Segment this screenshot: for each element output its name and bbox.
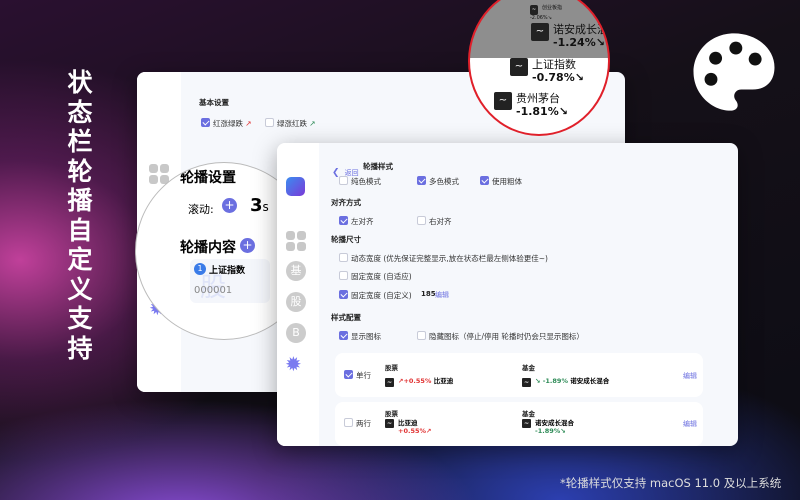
- app-logo: [286, 177, 305, 196]
- mode-multicolor-checkbox[interactable]: 多色模式: [417, 176, 459, 187]
- fund-header: 基金: [522, 410, 535, 418]
- size-dynamic-checkbox[interactable]: 动态宽度 (优先保证完整显示,放在状态栏最左侧体验更佳~): [339, 253, 548, 264]
- two-line-checkbox[interactable]: 两行: [344, 418, 371, 429]
- gear-icon[interactable]: ✹: [285, 352, 302, 376]
- carousel-item[interactable]: 股 1 上证指数 000001: [190, 259, 270, 303]
- hide-icon-checkbox[interactable]: 隐藏图标（停止/停用 轮播时仍会只显示图标）: [417, 331, 584, 342]
- statusbar-item[interactable]: ~ 诺安成长混 -1.24%↘: [531, 23, 608, 49]
- align-right-checkbox[interactable]: 右对齐: [417, 216, 452, 227]
- chart-icon: ~: [510, 58, 528, 76]
- edit-width-link[interactable]: 编辑: [435, 290, 449, 300]
- bold-checkbox[interactable]: 使用粗体: [480, 176, 522, 187]
- chart-icon: ~: [522, 378, 531, 387]
- scroll-value: 3s: [250, 195, 269, 216]
- headline: 状态栏轮播自定义支持: [67, 68, 93, 363]
- statusbar-item[interactable]: ~ 上证指数 -0.78%↘: [510, 58, 584, 84]
- style-section-title: 样式配置: [331, 313, 361, 322]
- palette-icon: [693, 33, 775, 111]
- fund-preview: ~ 诺安成长混合 -1.89%↘: [522, 419, 574, 435]
- carousel-settings-title: 轮播设置: [180, 170, 236, 186]
- sidebar-item-crypto[interactable]: B: [286, 323, 306, 343]
- fund-preview: ~ ↘ -1.89% 诺安成长混合: [522, 377, 610, 387]
- chart-icon: ~: [385, 419, 394, 428]
- item-index-badge: 1: [194, 263, 206, 275]
- statusbar-item[interactable]: ~ 创业板指 -2.06%↘: [530, 5, 562, 21]
- chart-icon: ~: [522, 419, 531, 428]
- increase-scroll-button[interactable]: +: [222, 198, 237, 213]
- carousel-style-window: 基 股 B ✹ ❮ 返回 轮播样式 纯色模式 多色模式 使用粗体 对齐方式 左对…: [277, 143, 738, 446]
- stock-header: 股票: [385, 410, 398, 418]
- statusbar-item[interactable]: ~ 贵州茅台 -1.81%↘: [494, 92, 568, 118]
- show-icon-checkbox[interactable]: 显示图标: [339, 331, 381, 342]
- edit-two-line-link[interactable]: 编辑: [683, 419, 697, 429]
- size-fixed-auto-checkbox[interactable]: 固定宽度 (自适应): [339, 271, 412, 282]
- chart-icon: ~: [385, 378, 394, 387]
- section-title: 基本设置: [199, 98, 229, 107]
- size-section-title: 轮播尺寸: [331, 235, 361, 244]
- edit-single-link[interactable]: 编辑: [683, 371, 697, 381]
- stock-preview: ~ ↗+0.55% 比亚迪: [385, 377, 454, 387]
- apps-icon[interactable]: [286, 231, 306, 251]
- item-code: 000001: [194, 285, 233, 296]
- add-content-button[interactable]: +: [240, 238, 255, 253]
- apps-icon[interactable]: [149, 164, 169, 184]
- red-up-option[interactable]: 红涨绿跌 ↗: [201, 118, 252, 129]
- chart-icon: ~: [494, 92, 512, 110]
- fund-header: 基金: [522, 364, 535, 372]
- os-requirement-note: *轮播样式仅支持 macOS 11.0 及以上系统: [560, 476, 782, 490]
- sidebar-item-stock[interactable]: 股: [286, 292, 306, 312]
- page-title: 轮播样式: [363, 162, 393, 171]
- single-line-checkbox[interactable]: 单行: [344, 370, 371, 381]
- align-section-title: 对齐方式: [331, 198, 361, 207]
- mode-solid-checkbox[interactable]: 纯色模式: [339, 176, 381, 187]
- stock-header: 股票: [385, 364, 398, 372]
- single-line-card[interactable]: 单行 股票 ~ ↗+0.55% 比亚迪 基金 ~ ↘ -1.89% 诺安成长混合 编…: [335, 353, 703, 397]
- sidebar: 基 股 B ✹: [277, 143, 319, 446]
- sidebar-item-fund[interactable]: 基: [286, 261, 306, 281]
- custom-width-value: 185: [421, 290, 436, 298]
- carousel-content-title: 轮播内容: [180, 240, 236, 256]
- scroll-label: 滚动:: [188, 203, 214, 216]
- green-up-option[interactable]: 绿涨红跌 ↗: [265, 118, 316, 129]
- chart-icon: ~: [530, 5, 538, 15]
- size-fixed-custom-checkbox[interactable]: 固定宽度 (自定义): [339, 290, 412, 301]
- chart-icon: ~: [531, 23, 549, 41]
- two-line-card[interactable]: 两行 股票 ~ 比亚迪 +0.55%↗ 基金 ~ 诺安成长混合 -1.89%↘ 编辑: [335, 402, 703, 446]
- item-name: 上证指数: [209, 266, 246, 276]
- stock-preview: ~ 比亚迪 +0.55%↗: [385, 419, 432, 435]
- align-left-checkbox[interactable]: 左对齐: [339, 216, 374, 227]
